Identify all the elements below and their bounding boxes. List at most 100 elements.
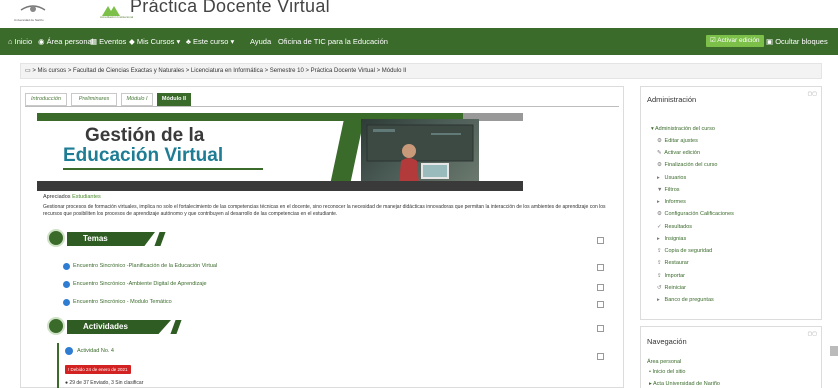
banner-title-line2: Educación Virtual <box>63 145 224 166</box>
university-logo-text: Universidad de Nariño <box>14 18 44 22</box>
admin-item[interactable]: ▸ Insignias <box>657 236 686 242</box>
admin-item[interactable]: ↺ Reiniciar <box>657 285 686 291</box>
tab-introduccion[interactable]: Introducción <box>25 93 67 106</box>
upload-icon: ⇪ <box>657 248 662 254</box>
admin-item-label[interactable]: Usuarios <box>665 175 687 181</box>
admin-item[interactable]: ▸ Banco de preguntas <box>657 297 714 303</box>
activity-item: Actividad No. 4 ! Debido 24 de enero de … <box>57 343 597 388</box>
nav-oficina-tic[interactable]: Oficina de TIC para la Educación <box>278 37 388 46</box>
reset-icon: ↺ <box>657 285 662 291</box>
tab-modulo-i[interactable]: Módulo I <box>121 93 153 106</box>
admin-item-label[interactable]: Filtros <box>665 187 680 193</box>
admin-title: Administración <box>647 95 697 104</box>
nav-inicio-sitio-link[interactable]: • Inicio del sitio <box>649 369 686 375</box>
admin-item[interactable]: ▼ Filtros <box>657 187 680 193</box>
ocultar-bloques-button[interactable]: ▣ Ocultar bloques <box>766 37 828 46</box>
folder-icon[interactable]: ▭ <box>25 68 31 74</box>
block-controls-icon[interactable]: ▢▢ <box>808 91 817 97</box>
admin-item[interactable]: ▸ Informes <box>657 199 686 205</box>
university-logo-icon[interactable] <box>18 0 48 20</box>
assignment-icon <box>65 347 73 355</box>
due-date-badge: ! Debido 24 de enero de 2021 <box>65 365 131 374</box>
tab-divider <box>25 106 619 107</box>
caret-right-icon: ▸ <box>657 297 660 303</box>
admin-item[interactable]: ⇪ Importar <box>657 273 685 279</box>
topic-label[interactable]: Encuentro Sincrónico -Ambiente Digital d… <box>73 280 207 289</box>
activity-link[interactable]: Actividad No. 4 <box>77 348 114 354</box>
admin-item-label[interactable]: Insignias <box>665 236 687 242</box>
admin-item-label[interactable]: Editar ajustes <box>665 138 698 144</box>
course-content: Introducción Preliminares Módulo I Módul… <box>20 86 624 388</box>
site-title[interactable]: Práctica Docente Virtual <box>130 0 330 17</box>
upload-icon: ⇪ <box>657 260 662 266</box>
topic-checkbox[interactable] <box>597 301 604 308</box>
gear-icon: ⚙ <box>657 138 662 144</box>
upload-icon: ⇪ <box>657 273 662 279</box>
topic-checkbox[interactable] <box>597 284 604 291</box>
banner-bottom-stripe <box>37 181 523 191</box>
intro-greeting: Apreciados Estudiantes <box>43 194 101 200</box>
admin-item-label[interactable]: Reiniciar <box>665 285 686 291</box>
topic-checkbox[interactable] <box>597 264 604 271</box>
admin-item[interactable]: ⚙ Finalización del curso <box>657 162 717 168</box>
intro-text: Gestionar procesos de formación virtuale… <box>43 204 606 217</box>
admin-item[interactable]: ⇪ Restaurar <box>657 260 689 266</box>
section-temas-checkbox[interactable] <box>597 237 604 244</box>
admin-item[interactable]: ▸ Usuarios <box>657 175 686 181</box>
admin-item-label[interactable]: Informes <box>665 199 686 205</box>
section-slash <box>154 232 166 246</box>
admin-item-label[interactable]: Finalización del curso <box>665 162 718 168</box>
admin-item-label[interactable]: Restaurar <box>665 260 689 266</box>
tablet-icon <box>47 229 65 247</box>
main-navbar: ⌂ Inicio ◉ Área personal ▦ Eventos ◆ Mis… <box>0 28 838 55</box>
caret-right-icon: ▸ <box>657 236 660 242</box>
admin-item[interactable]: ✓ Resultados <box>657 224 692 230</box>
admin-root[interactable]: ▾ Administración del curso <box>651 126 715 132</box>
admin-item-label[interactable]: Activar edición <box>664 150 700 156</box>
module-banner: Gestión de la Educación Virtual <box>37 113 523 191</box>
scrollbar-thumb[interactable] <box>830 346 838 356</box>
section-actividades-checkbox[interactable] <box>597 325 604 332</box>
breadcrumb-trail[interactable]: Mis cursos > Facultad de Ciencias Exacta… <box>38 68 407 74</box>
admin-item-label[interactable]: Banco de preguntas <box>665 297 714 303</box>
admin-item[interactable]: ⚙ Editar ajustes <box>657 138 698 144</box>
admin-block: ▢▢ Administración ▾ Administración del c… <box>640 86 822 320</box>
nav-este-curso[interactable]: ♣ Este curso ▾ <box>186 37 234 46</box>
nav-area-personal[interactable]: ◉ Área personal <box>38 37 93 46</box>
navigation-block: ▢▢ Navegación Área personal • Inicio del… <box>640 326 822 388</box>
activar-edicion-button[interactable]: ☑ Activar edición <box>706 35 764 47</box>
admin-item[interactable]: ✎ Activar edición <box>657 150 700 156</box>
video-link-icon <box>63 263 70 270</box>
section-temas-title: Temas <box>67 232 155 246</box>
moodle-course-page: Universidad de Nariño Acreditación Insti… <box>0 0 838 388</box>
pencil-icon: ✎ <box>657 150 662 156</box>
caret-right-icon: ▸ <box>657 175 660 181</box>
admin-item[interactable]: ⇪ Copia de seguridad <box>657 248 712 254</box>
gear-icon: ⚙ <box>657 162 662 168</box>
nav-mis-cursos[interactable]: ◆ Mis Cursos ▾ <box>129 37 180 46</box>
banner-green-panel <box>330 121 364 183</box>
nav-partial-link[interactable]: ▸ Acta Universidad de Nariño <box>649 381 720 387</box>
admin-item-label[interactable]: Importar <box>665 273 685 279</box>
breadcrumb: ▭ > Mis cursos > Facultad de Ciencias Ex… <box>20 63 822 79</box>
nav-area-personal-link[interactable]: Área personal <box>647 359 681 365</box>
nav-ayuda[interactable]: Ayuda <box>250 37 271 46</box>
tab-preliminares[interactable]: Preliminares <box>71 93 117 106</box>
topic-label[interactable]: Encuentro Sincrónico - Modulo Temático <box>73 298 172 307</box>
admin-item[interactable]: ⚙ Configuración Calificaciones <box>657 211 734 217</box>
results-icon: ✓ <box>657 224 662 230</box>
tab-modulo-ii[interactable]: Módulo II <box>157 93 191 106</box>
teacher-illustration-icon <box>366 124 474 185</box>
admin-item-label[interactable]: Resultados <box>665 224 693 230</box>
banner-underline <box>63 168 263 170</box>
admin-item-label[interactable]: Configuración Calificaciones <box>665 211 734 217</box>
activity-checkbox[interactable] <box>597 353 604 360</box>
nav-inicio[interactable]: ⌂ Inicio <box>8 37 32 46</box>
admin-item-label[interactable]: Copia de seguridad <box>665 248 713 254</box>
section-slash <box>170 320 182 334</box>
nav-eventos[interactable]: ▦ Eventos <box>90 37 126 46</box>
topic-label[interactable]: Encuentro Sincrónico -Planificación de l… <box>73 262 217 271</box>
blocks-icon: ▣ <box>766 37 774 46</box>
block-controls-icon[interactable]: ▢▢ <box>808 331 817 337</box>
section-actividades-title: Actividades <box>67 320 171 334</box>
